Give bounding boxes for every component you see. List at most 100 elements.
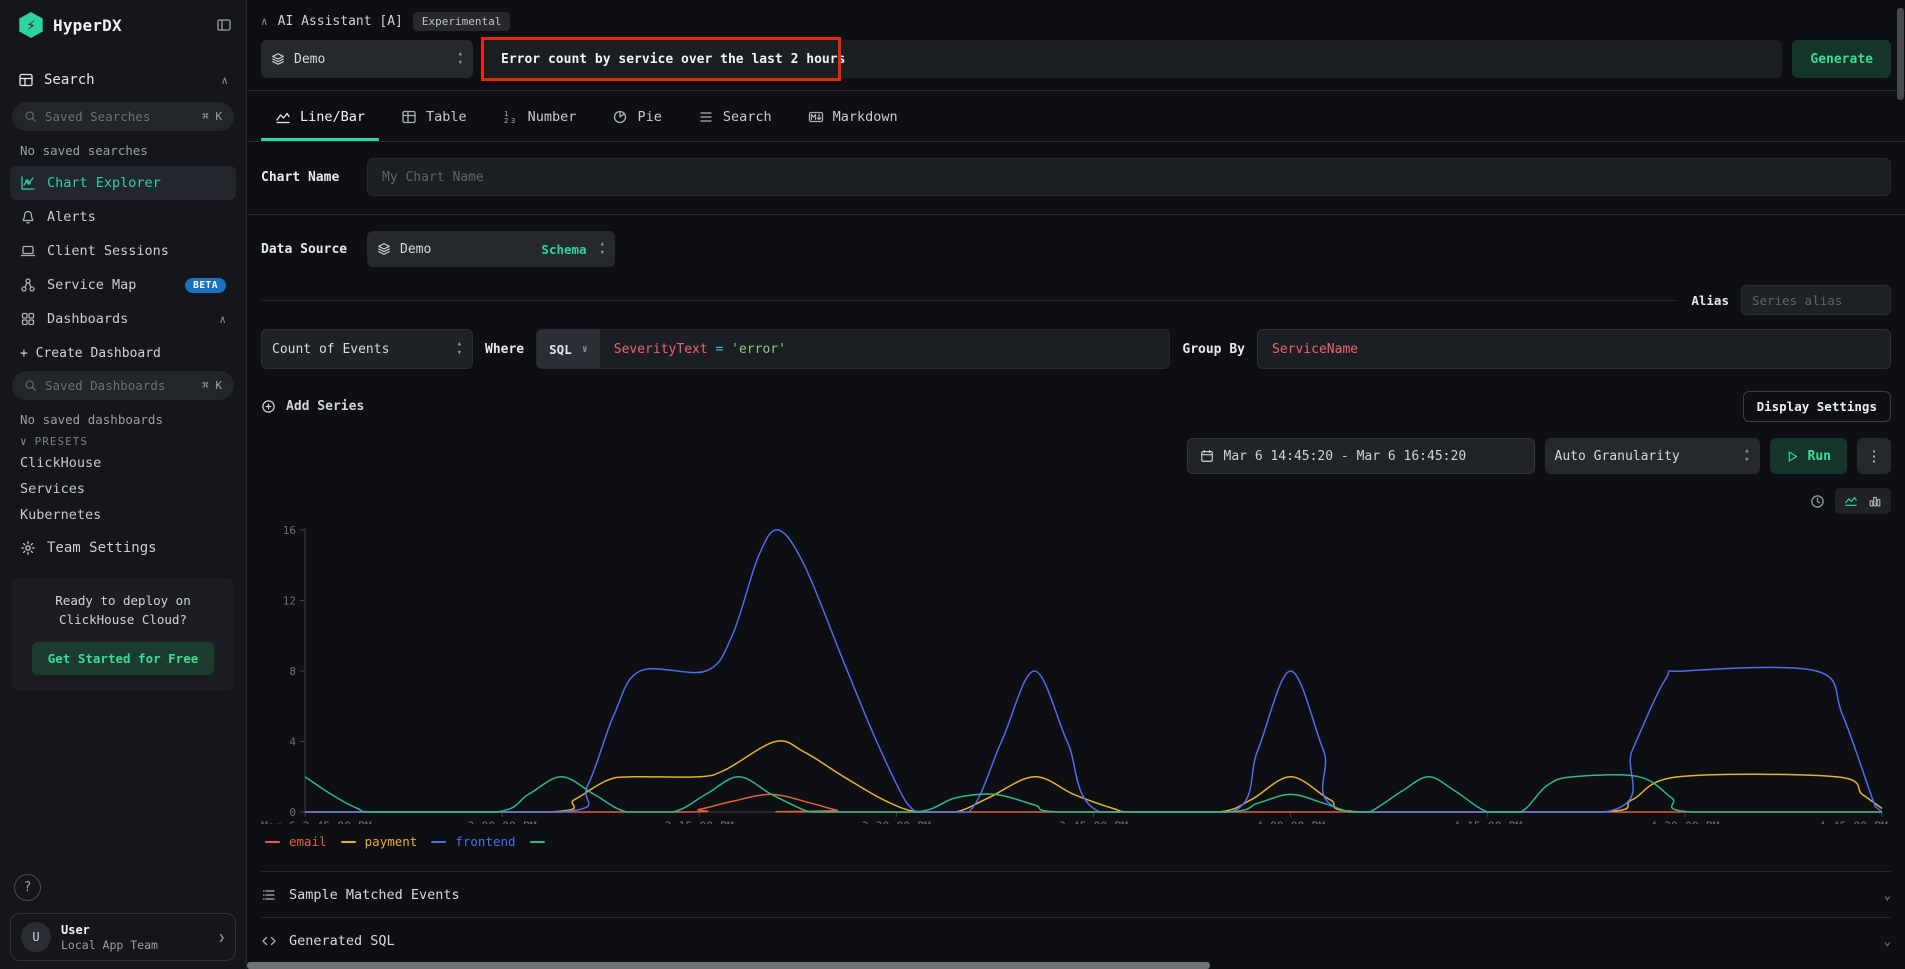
data-source-select[interactable]: Demo Schema ▴▾ xyxy=(367,231,615,267)
legend-item[interactable]: email xyxy=(265,834,327,849)
sidebar-item-chart-explorer[interactable]: Chart Explorer xyxy=(10,166,236,200)
sample-events-panel-header[interactable]: Sample Matched Events ⌄ xyxy=(261,871,1891,917)
line-chart[interactable]: 0481216Mar 6 2:45:00 PM3:00:00 PM3:15:00… xyxy=(261,522,1889,824)
svg-text:3:30:00 PM: 3:30:00 PM xyxy=(862,819,931,824)
saved-dashboards-field[interactable] xyxy=(45,378,194,393)
where-expression[interactable]: SeverityText = 'error' xyxy=(600,330,800,368)
line-chart-toggle[interactable] xyxy=(1841,492,1861,510)
collapse-sidebar-icon[interactable] xyxy=(216,17,232,33)
markdown-icon xyxy=(808,109,824,125)
vertical-scrollbar[interactable] xyxy=(1897,0,1904,969)
hyperdx-logo-icon: ⚡ xyxy=(18,12,44,38)
sidebar-item-dashboards[interactable]: Dashboards ∧ xyxy=(10,302,236,336)
tab-markdown[interactable]: Markdown xyxy=(794,93,912,141)
add-series-row: Add Series Display Settings xyxy=(247,391,1905,422)
number-123-icon: 123 xyxy=(503,109,519,125)
legend-item[interactable]: payment xyxy=(341,834,418,849)
legend-item[interactable] xyxy=(530,841,545,843)
chart-name-input[interactable] xyxy=(367,158,1891,196)
gear-icon xyxy=(20,540,36,556)
sidebar-section-search[interactable]: Search ∧ xyxy=(10,64,236,96)
no-saved-dashboards-text: No saved dashboards xyxy=(10,406,236,429)
bar-chart-toggle[interactable] xyxy=(1865,492,1885,510)
assistant-prompt-input[interactable] xyxy=(483,40,1782,78)
search-icon xyxy=(24,379,37,392)
time-range-input[interactable]: Mar 6 14:45:20 - Mar 6 16:45:20 xyxy=(1187,438,1535,474)
horizontal-scrollbar-thumb[interactable] xyxy=(247,962,1210,969)
list-icon xyxy=(261,887,277,903)
sidebar-item-label: Dashboards xyxy=(47,311,208,327)
tab-pie[interactable]: Pie xyxy=(598,93,675,141)
add-series-button[interactable]: Add Series xyxy=(261,399,364,414)
saved-searches-shortcut: ⌘ K xyxy=(202,110,222,123)
where-field-token: SeverityText xyxy=(614,342,708,357)
run-controls-row: Mar 6 14:45:20 - Mar 6 16:45:20 Auto Gra… xyxy=(247,438,1905,474)
chevron-right-icon: ❯ xyxy=(218,931,225,944)
updown-chevron-icon: ▴▾ xyxy=(457,340,462,358)
tab-number[interactable]: 123 Number xyxy=(489,93,591,141)
create-dashboard-button[interactable]: + Create Dashboard xyxy=(10,336,236,365)
layers-icon xyxy=(377,242,391,256)
more-options-button[interactable]: ⋮ xyxy=(1857,438,1891,474)
tab-label: Number xyxy=(528,109,577,125)
search-section-label: Search xyxy=(44,72,211,88)
tab-search[interactable]: Search xyxy=(684,93,786,141)
clock-icon[interactable] xyxy=(1810,494,1825,509)
preset-clickhouse[interactable]: ClickHouse xyxy=(10,450,236,476)
generate-button[interactable]: Generate xyxy=(1792,40,1891,78)
logo-row: ⚡ HyperDX xyxy=(10,10,236,38)
sidebar: ⚡ HyperDX Search ∧ ⌘ K No saved searches… xyxy=(0,0,247,969)
chevron-down-icon: ⌄ xyxy=(1884,888,1891,902)
language-select[interactable]: SQL ∨ xyxy=(537,330,600,368)
chevron-up-icon: ∧ xyxy=(219,313,226,326)
aggregation-select[interactable]: Count of Events ▴▾ xyxy=(261,329,473,369)
chart-name-label: Chart Name xyxy=(261,170,367,185)
plus-circle-icon xyxy=(261,399,276,414)
collapse-assistant-icon[interactable]: ∧ xyxy=(261,15,268,28)
alias-input[interactable] xyxy=(1741,285,1891,315)
clickhouse-cloud-promo: Ready to deploy on ClickHouse Cloud? Get… xyxy=(12,578,234,691)
where-value-token: 'error' xyxy=(731,342,786,357)
display-settings-button[interactable]: Display Settings xyxy=(1743,391,1891,422)
saved-searches-input[interactable]: ⌘ K xyxy=(12,102,234,131)
assistant-source-select[interactable]: Demo ▴▾ xyxy=(261,40,473,78)
help-icon[interactable]: ? xyxy=(14,874,41,901)
run-button[interactable]: Run xyxy=(1770,438,1847,474)
user-menu[interactable]: U User Local App Team ❯ xyxy=(10,913,236,961)
vertical-scrollbar-thumb[interactable] xyxy=(1897,8,1904,100)
where-operator-token: = xyxy=(708,342,731,357)
presets-header[interactable]: ∨ PRESETS xyxy=(10,429,236,450)
svg-text:8: 8 xyxy=(289,665,296,678)
where-input[interactable]: SQL ∨ SeverityText = 'error' xyxy=(536,329,1170,369)
tab-table[interactable]: Table xyxy=(387,93,481,141)
horizontal-scrollbar[interactable] xyxy=(247,962,1905,969)
saved-searches-field[interactable] xyxy=(45,109,194,124)
preset-services[interactable]: Services xyxy=(10,476,236,502)
alias-row: Alias xyxy=(247,285,1905,315)
legend-dash-icon xyxy=(530,841,545,843)
search-section-icon xyxy=(18,72,34,88)
sidebar-item-service-map[interactable]: Service Map BETA xyxy=(10,268,236,302)
saved-dashboards-input[interactable]: ⌘ K xyxy=(12,371,234,400)
legend-item[interactable]: frontend xyxy=(431,834,515,849)
tab-line-bar[interactable]: Line/Bar xyxy=(261,93,379,141)
beta-badge: BETA xyxy=(185,278,226,293)
granularity-select[interactable]: Auto Granularity ▴▾ xyxy=(1545,438,1760,474)
group-by-input[interactable]: ServiceName xyxy=(1257,329,1891,369)
generated-sql-panel-header[interactable]: Generated SQL ⌄ xyxy=(261,917,1891,963)
chevron-down-icon: ⌄ xyxy=(1884,934,1891,948)
get-started-button[interactable]: Get Started for Free xyxy=(32,642,215,675)
sidebar-item-team-settings[interactable]: Team Settings xyxy=(10,528,236,560)
sidebar-item-label: Service Map xyxy=(47,277,174,293)
sidebar-item-client-sessions[interactable]: Client Sessions xyxy=(10,234,236,268)
saved-dashboards-shortcut: ⌘ K xyxy=(202,379,222,392)
tab-label: Line/Bar xyxy=(300,109,365,125)
svg-text:0: 0 xyxy=(289,806,296,819)
updown-chevron-icon: ▴▾ xyxy=(600,240,605,258)
schema-link[interactable]: Schema xyxy=(541,242,586,257)
pie-chart-icon xyxy=(612,109,628,125)
sidebar-item-alerts[interactable]: Alerts xyxy=(10,200,236,234)
preset-kubernetes[interactable]: Kubernetes xyxy=(10,502,236,528)
team-settings-label: Team Settings xyxy=(47,540,157,556)
svg-text:4: 4 xyxy=(289,736,296,749)
